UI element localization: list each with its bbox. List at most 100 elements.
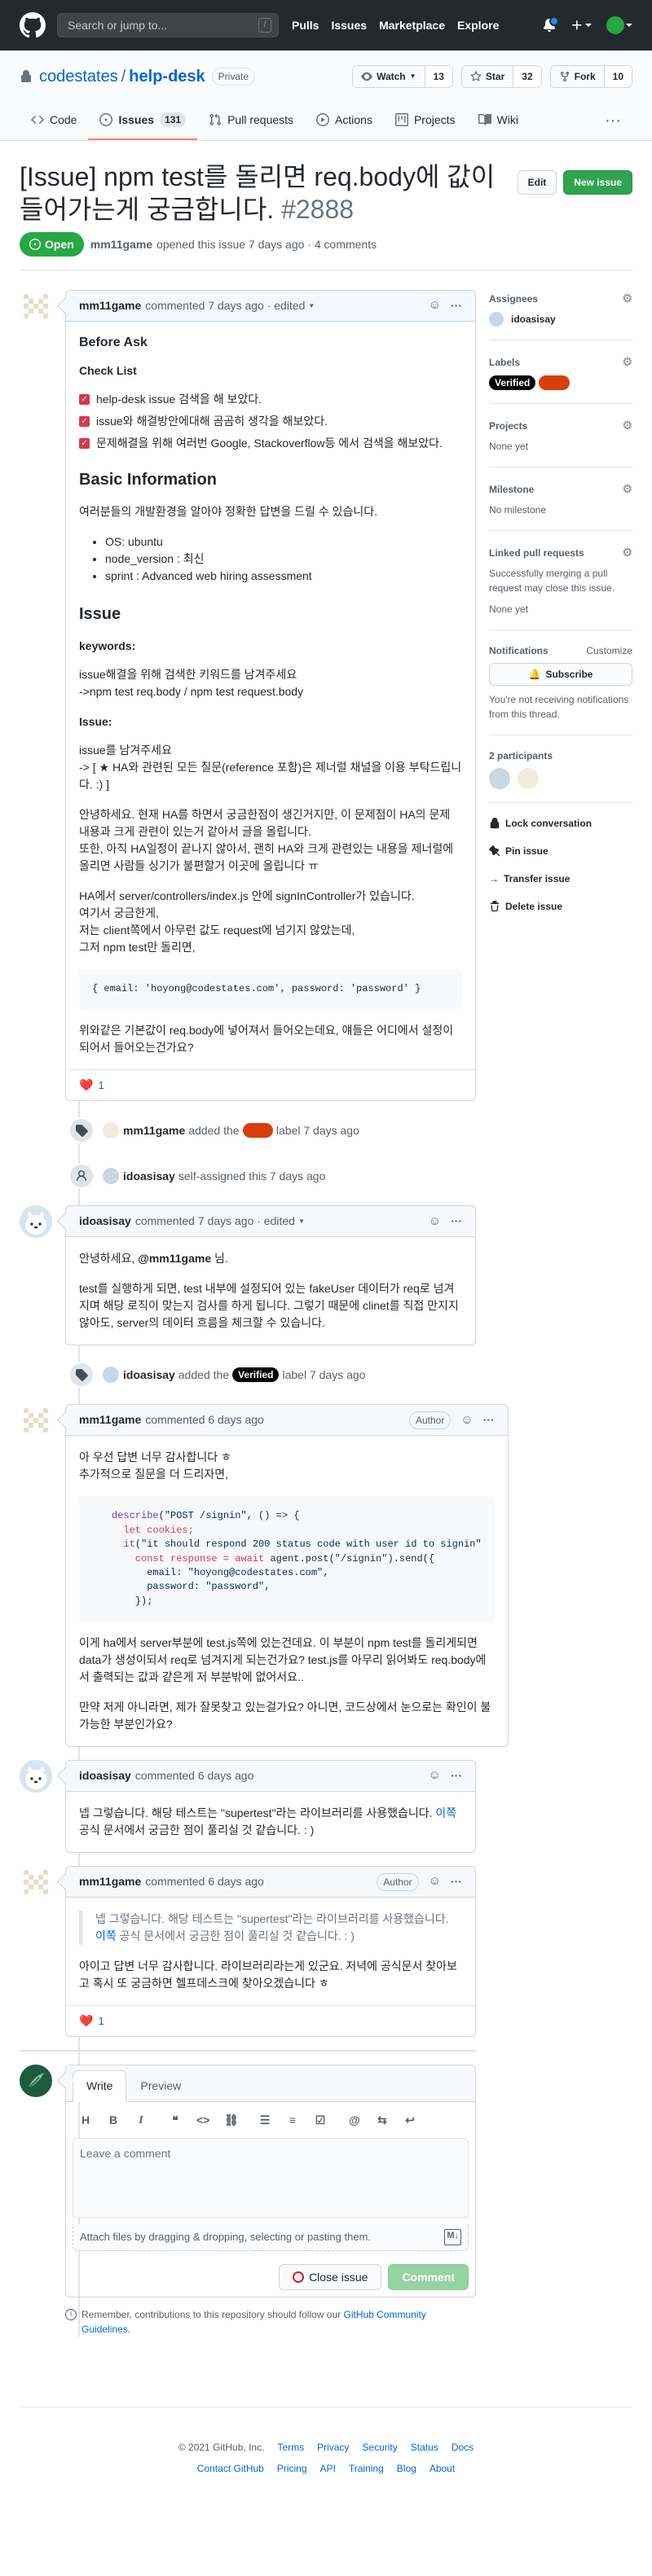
edit-title-button[interactable]: Edit	[517, 170, 557, 195]
issue-author-link[interactable]: mm11game	[90, 236, 152, 253]
kebab-menu-icon[interactable]: ···	[451, 1213, 462, 1230]
mention-icon[interactable]: @	[348, 2112, 361, 2129]
comment-author[interactable]: idoasisay	[79, 1213, 131, 1230]
docs-link[interactable]: 이쪽	[435, 1806, 456, 1819]
notifications-bell-icon[interactable]	[543, 16, 559, 32]
event-actor[interactable]: mm11game	[123, 1122, 185, 1139]
tab-actions[interactable]: Actions	[305, 101, 384, 140]
user-mention-link[interactable]: @mm11game	[138, 1252, 211, 1265]
code-icon[interactable]: <>	[196, 2112, 209, 2129]
sidebar-title[interactable]: Labels	[489, 355, 520, 370]
attach-files-area[interactable]: Attach files by dragging & dropping, sel…	[73, 2224, 469, 2251]
fork-count[interactable]: 10	[604, 66, 632, 87]
quote-icon[interactable]: ❝	[169, 2112, 182, 2129]
heart-reaction-icon[interactable]: ❤️	[79, 2012, 93, 2030]
delete-issue-button[interactable]: Delete issue	[489, 899, 632, 914]
comment-author[interactable]: idoasisay	[79, 1767, 131, 1784]
label-badge-red[interactable]: Bug	[539, 375, 570, 390]
footer-link-docs[interactable]: Docs	[452, 2440, 474, 2455]
transfer-issue-button[interactable]: → Transfer issue	[489, 871, 632, 886]
repo-name-link[interactable]: help-desk	[129, 64, 205, 89]
checkbox[interactable]: ✓	[79, 416, 90, 427]
star-count[interactable]: 32	[513, 66, 541, 87]
link-icon[interactable]: ⛓	[224, 2112, 239, 2129]
footer-link-terms[interactable]: Terms	[277, 2440, 304, 2455]
edited-dropdown-icon[interactable]: ▼	[298, 1217, 305, 1227]
nav-explore[interactable]: Explore	[457, 17, 499, 34]
docs-link[interactable]: 이쪽	[95, 1929, 117, 1942]
footer-link-api[interactable]: API	[320, 2461, 336, 2476]
comment-author[interactable]: mm11game	[79, 297, 141, 314]
lock-conversation-button[interactable]: Lock conversation	[489, 816, 632, 831]
gear-icon[interactable]: ⚙	[622, 417, 632, 434]
sidebar-title[interactable]: Assignees	[489, 292, 538, 306]
smiley-icon[interactable]: ☺	[429, 1872, 441, 1891]
ordered-list-icon[interactable]: ≡	[286, 2112, 299, 2129]
footer-link-status[interactable]: Status	[411, 2440, 438, 2455]
avatar[interactable]	[20, 290, 52, 323]
avatar[interactable]	[20, 1866, 52, 1899]
event-actor[interactable]: idoasisay	[123, 1168, 175, 1185]
sidebar-title[interactable]: Projects	[489, 419, 527, 433]
subscribe-button[interactable]: 🔔 Subscribe	[489, 663, 632, 686]
checkbox[interactable]: ✓	[79, 394, 90, 405]
heart-reaction-icon[interactable]: ❤️	[79, 1077, 93, 1094]
italic-icon[interactable]: I	[134, 2112, 148, 2129]
tab-wiki[interactable]: Wiki	[467, 101, 530, 140]
footer-link-contact[interactable]: Contact GitHub	[197, 2461, 264, 2476]
gear-icon[interactable]: ⚙	[622, 481, 632, 498]
reaction-count[interactable]: 1	[98, 2013, 104, 2030]
checkbox[interactable]: ✓	[79, 438, 90, 449]
reaction-count[interactable]: 1	[98, 1077, 104, 1094]
fork-button[interactable]: Fork 10	[549, 65, 632, 88]
user-avatar-menu[interactable]	[606, 16, 632, 34]
footer-link-privacy[interactable]: Privacy	[317, 2440, 349, 2455]
task-list-icon[interactable]: ☑	[314, 2112, 327, 2129]
footer-link-blog[interactable]: Blog	[397, 2461, 416, 2476]
label-badge-verified[interactable]: Verified	[489, 375, 536, 390]
close-issue-button[interactable]: Close issue	[279, 2263, 382, 2290]
pin-issue-button[interactable]: Pin issue	[489, 844, 632, 858]
smiley-icon[interactable]: ☺	[460, 1411, 473, 1430]
sidebar-title[interactable]: Milestone	[489, 482, 534, 497]
gear-icon[interactable]: ⚙	[622, 353, 632, 371]
tab-issues[interactable]: Issues 131	[88, 101, 198, 140]
tab-code[interactable]: Code	[20, 101, 88, 140]
cross-reference-icon[interactable]: ⇆	[376, 2112, 389, 2129]
avatar[interactable]	[518, 768, 539, 789]
avatar[interactable]	[489, 312, 504, 327]
kebab-menu-icon[interactable]: ···	[451, 1767, 462, 1784]
avatar[interactable]	[103, 1168, 119, 1185]
avatar[interactable]	[103, 1122, 119, 1139]
more-tabs-button[interactable]: ···	[605, 101, 632, 140]
gear-icon[interactable]: ⚙	[622, 290, 632, 307]
customize-link[interactable]: Customize	[586, 643, 632, 658]
assignee-name[interactable]: idoasisay	[511, 312, 556, 327]
footer-link-pricing[interactable]: Pricing	[277, 2461, 307, 2476]
search-input[interactable]: Search or jump to... /	[57, 13, 279, 37]
edited-dropdown-icon[interactable]: ▼	[308, 301, 315, 311]
label-badge-verified[interactable]: Verified	[232, 1367, 280, 1383]
sidebar-title[interactable]: Linked pull requests	[489, 546, 584, 560]
tab-projects[interactable]: Projects	[384, 101, 467, 140]
smiley-icon[interactable]: ☺	[429, 1213, 441, 1231]
smiley-icon[interactable]: ☺	[429, 1766, 441, 1785]
nav-pulls[interactable]: Pulls	[292, 17, 319, 34]
nav-marketplace[interactable]: Marketplace	[379, 17, 445, 34]
avatar[interactable]	[489, 768, 510, 789]
reply-icon[interactable]: ↩	[403, 2112, 416, 2129]
create-new-plus-icon[interactable]	[570, 19, 592, 32]
markdown-icon[interactable]: M↓	[444, 2229, 461, 2245]
gear-icon[interactable]: ⚙	[622, 544, 632, 561]
avatar[interactable]	[20, 1205, 52, 1239]
nav-issues[interactable]: Issues	[331, 17, 367, 34]
tab-preview[interactable]: Preview	[126, 2070, 195, 2102]
smiley-icon[interactable]: ☺	[429, 296, 441, 315]
tab-write[interactable]: Write	[73, 2070, 127, 2103]
watch-count[interactable]: 13	[425, 66, 452, 87]
new-issue-button[interactable]: New issue	[563, 170, 632, 195]
footer-link-security[interactable]: Security	[362, 2440, 397, 2455]
star-button[interactable]: Star 32	[460, 65, 542, 88]
footer-link-about[interactable]: About	[430, 2461, 455, 2476]
kebab-menu-icon[interactable]: ···	[451, 297, 462, 314]
